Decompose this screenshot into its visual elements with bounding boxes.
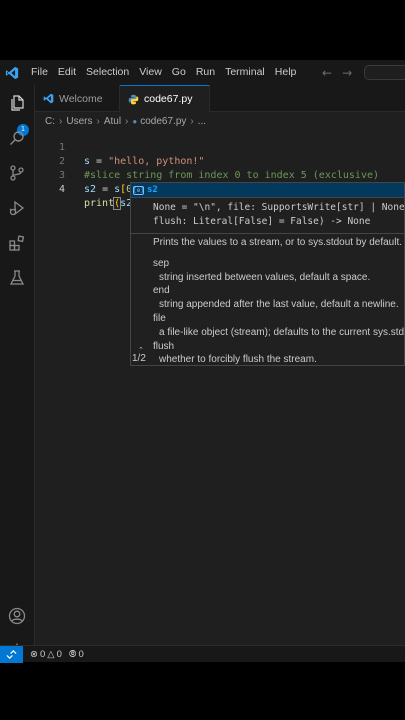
vscode-logo-icon — [0, 60, 24, 85]
breadcrumb-users[interactable]: Users — [66, 116, 92, 127]
signature: None = "\n", file: SupportsWrite[str] | … — [153, 201, 405, 229]
testing-flask-icon[interactable] — [6, 267, 28, 289]
explorer-icon[interactable] — [6, 92, 28, 114]
search-icon[interactable] — [6, 127, 28, 149]
title-bar: File Edit Selection View Go Run Terminal… — [0, 60, 405, 85]
editor-tabs: Welcome code67.py — [35, 85, 405, 112]
run-debug-icon[interactable] — [6, 197, 28, 219]
suggestion-label: s2 — [147, 185, 158, 195]
vscode-window: File Edit Selection View Go Run Terminal… — [0, 60, 405, 663]
breadcrumb-symbol[interactable]: ... — [198, 116, 206, 127]
suggestion-widget: [e] s2 — [130, 182, 405, 197]
tab-welcome-label: Welcome — [59, 92, 103, 105]
vscode-tab-icon — [43, 93, 54, 104]
error-icon: ⊗ — [30, 648, 38, 660]
menu-go[interactable]: Go — [167, 60, 191, 85]
menu-file[interactable]: File — [26, 60, 53, 85]
param-desc: whether to forcibly flush the stream. — [159, 354, 317, 366]
parameter-hints: None = "\n", file: SupportsWrite[str] | … — [130, 197, 405, 366]
doc-summary: Prints the values to a stream, or to sys… — [153, 237, 403, 248]
menu-run[interactable]: Run — [191, 60, 220, 85]
tab-code67-label: code67.py — [144, 93, 193, 105]
code-line-4: 4 print(s2) — [35, 169, 405, 210]
breadcrumb-atul[interactable]: Atul — [104, 116, 121, 127]
menu-selection[interactable]: Selection — [81, 60, 134, 85]
signature-line-1: None = "\n", file: SupportsWrite[str] | … — [153, 202, 405, 213]
code-line-2: 2 #slice string from index 0 to index 5 … — [35, 141, 405, 181]
chevron-right-icon: › — [125, 115, 129, 127]
warning-count: 0 — [56, 648, 62, 660]
ports-indicator[interactable]: ⦾ 0 — [69, 649, 84, 660]
signature-line-2: flush: Literal[False] = False) -> None — [153, 216, 371, 227]
param-name: flush — [153, 340, 175, 352]
param-desc: string inserted between values, default … — [159, 271, 371, 283]
chevron-down-icon[interactable]: ⌄ — [138, 364, 144, 365]
param-name: end — [153, 285, 170, 297]
overload-counter: 1/2 — [132, 353, 146, 364]
navigation-arrows: ← → — [322, 60, 352, 85]
line-number: 4 — [58, 184, 65, 195]
code-line-3: 3 s2 = s[0:5] — [35, 155, 405, 195]
suggestion-item[interactable]: [e] s2 — [131, 183, 404, 197]
menu-view[interactable]: View — [134, 60, 167, 85]
breadcrumb-drive[interactable]: C: — [45, 116, 55, 127]
python-file-icon — [128, 94, 139, 105]
error-count: 0 — [39, 648, 46, 660]
python-breadcrumb-icon: ● — [132, 116, 138, 126]
chevron-right-icon: › — [190, 115, 194, 127]
divider — [131, 233, 404, 234]
command-center-search[interactable] — [364, 65, 405, 80]
extensions-icon[interactable] — [6, 232, 28, 254]
tab-code67[interactable]: code67.py — [120, 85, 210, 112]
broadcast-icon: ⦾ — [68, 648, 77, 660]
param-desc: a file-like object (stream); defaults to… — [159, 326, 405, 338]
menu-terminal[interactable]: Terminal — [220, 60, 270, 85]
remote-indicator[interactable] — [0, 645, 23, 663]
documentation: Prints the values to a stream, or to sys… — [153, 236, 405, 366]
token-function: print — [84, 198, 115, 209]
source-control-icon[interactable] — [6, 162, 28, 184]
menu-edit[interactable]: Edit — [53, 60, 81, 85]
code-line-1: 1 s = "hello, python!" — [35, 127, 405, 167]
token-op: = — [96, 184, 115, 195]
tab-welcome[interactable]: Welcome — [35, 85, 120, 112]
chevron-right-icon: › — [59, 115, 63, 127]
problems-indicator[interactable]: ⊗ 0 △ 0 — [30, 649, 62, 660]
token-var: s2 — [84, 184, 97, 195]
param-name: sep — [153, 257, 170, 269]
status-bar: ⊗ 0 △ 0 ⦾ 0 — [0, 645, 405, 663]
forward-arrow-icon[interactable]: → — [342, 66, 352, 80]
activity-bar: 1 — [0, 85, 35, 659]
ports-count: 0 — [78, 648, 84, 660]
chevron-right-icon: › — [96, 115, 100, 127]
menu-bar: File Edit Selection View Go Run Terminal… — [26, 60, 301, 85]
breadcrumb-file[interactable]: code67.py — [140, 116, 186, 127]
account-icon[interactable] — [6, 605, 28, 627]
param-desc: string appended after the last value, de… — [159, 299, 399, 311]
warning-icon: △ — [47, 648, 55, 660]
back-arrow-icon[interactable]: ← — [322, 66, 332, 80]
menu-help[interactable]: Help — [270, 60, 302, 85]
param-name: file — [153, 312, 166, 324]
variable-icon: [e] — [133, 185, 144, 195]
